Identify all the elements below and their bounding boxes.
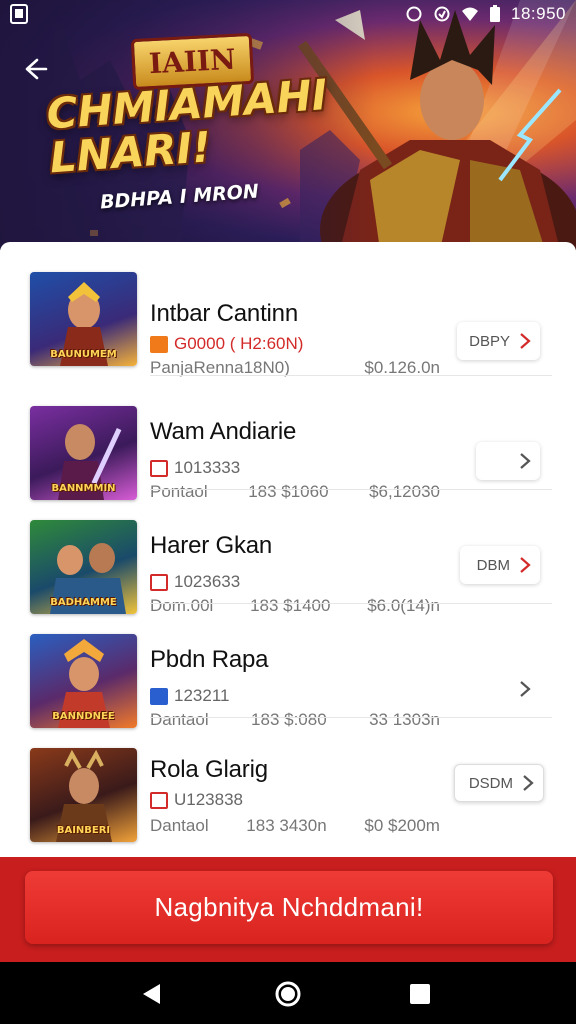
list-item[interactable]: BAINBERI Rola Glarig U123838 Dantaol 183… bbox=[0, 718, 576, 842]
game-thumbnail: BAUNUMEM bbox=[30, 272, 137, 366]
game-tag: 1023633 bbox=[150, 572, 240, 592]
triangle-back-icon[interactable] bbox=[138, 980, 166, 1008]
sync-icon bbox=[406, 6, 422, 22]
game-tag: U123838 bbox=[150, 790, 243, 810]
game-title: Harer Gkan bbox=[150, 532, 273, 559]
notification-icon bbox=[10, 4, 28, 24]
game-tag: G0000 ( H2:60N) bbox=[150, 334, 303, 354]
game-title: Pbdn Rapa bbox=[150, 646, 269, 673]
checkbox-icon bbox=[150, 573, 168, 591]
image-icon bbox=[150, 791, 168, 809]
game-list: BAUNUMEM Intbar Cantinn G0000 ( H2:60N) … bbox=[0, 242, 576, 862]
system-nav-bar bbox=[0, 962, 576, 1024]
clock: 18:950 bbox=[511, 4, 566, 23]
image-icon bbox=[150, 459, 168, 477]
game-tag: 1013333 bbox=[150, 458, 240, 478]
battery-icon bbox=[490, 5, 500, 22]
wifi-icon bbox=[462, 7, 478, 21]
game-tag: 123211 bbox=[150, 686, 229, 706]
primary-cta-button[interactable]: Nagbnitya Nchddmani! bbox=[25, 871, 553, 944]
envelope-icon bbox=[150, 335, 168, 353]
chevron-right-icon bbox=[520, 557, 531, 573]
chevron-right-icon bbox=[520, 333, 531, 349]
game-action-button[interactable]: DBPY bbox=[457, 322, 540, 360]
game-action-button[interactable]: DSDM bbox=[454, 764, 544, 802]
list-item[interactable]: BADHAMME Harer Gkan 1023633 Dom.00l 183 … bbox=[0, 490, 576, 615]
game-title: Rola Glarig bbox=[150, 756, 268, 783]
game-thumbnail: BANNMMIN bbox=[30, 406, 137, 500]
game-thumbnail: BANNDNEE bbox=[30, 634, 137, 728]
game-title: Intbar Cantinn bbox=[150, 300, 298, 327]
back-button[interactable] bbox=[18, 52, 52, 86]
game-thumbnail: BAINBERI bbox=[30, 748, 137, 842]
square-recent-icon[interactable] bbox=[406, 980, 434, 1008]
chevron-right-icon bbox=[520, 453, 531, 469]
chevron-right-icon bbox=[520, 681, 531, 697]
square-icon bbox=[150, 687, 168, 705]
chevron-right-icon bbox=[523, 775, 534, 791]
circle-home-icon[interactable] bbox=[274, 980, 302, 1008]
game-meta: Dantaol 183 3430n $0 $200m bbox=[150, 816, 440, 835]
list-item[interactable]: BANNMMIN Wam Andiarie 1013333 Pontaol 18… bbox=[0, 376, 576, 501]
hero-banner: IAIIN CHMIAMAHI LNARI! BDHPA I MRON bbox=[0, 0, 576, 250]
list-item[interactable]: BANNDNEE Pbdn Rapa 123211 Dantaol 183 $:… bbox=[0, 604, 576, 729]
game-action-button[interactable] bbox=[476, 442, 540, 480]
game-thumbnail: BADHAMME bbox=[30, 520, 137, 614]
game-action-button[interactable]: DBM bbox=[460, 546, 540, 584]
list-item[interactable]: BAUNUMEM Intbar Cantinn G0000 ( H2:60N) … bbox=[0, 262, 576, 377]
game-title: Wam Andiarie bbox=[150, 418, 297, 445]
data-icon bbox=[434, 6, 450, 22]
arrow-left-icon bbox=[25, 58, 48, 80]
status-bar: 18:950 bbox=[0, 0, 576, 28]
game-action-button[interactable] bbox=[476, 670, 540, 708]
